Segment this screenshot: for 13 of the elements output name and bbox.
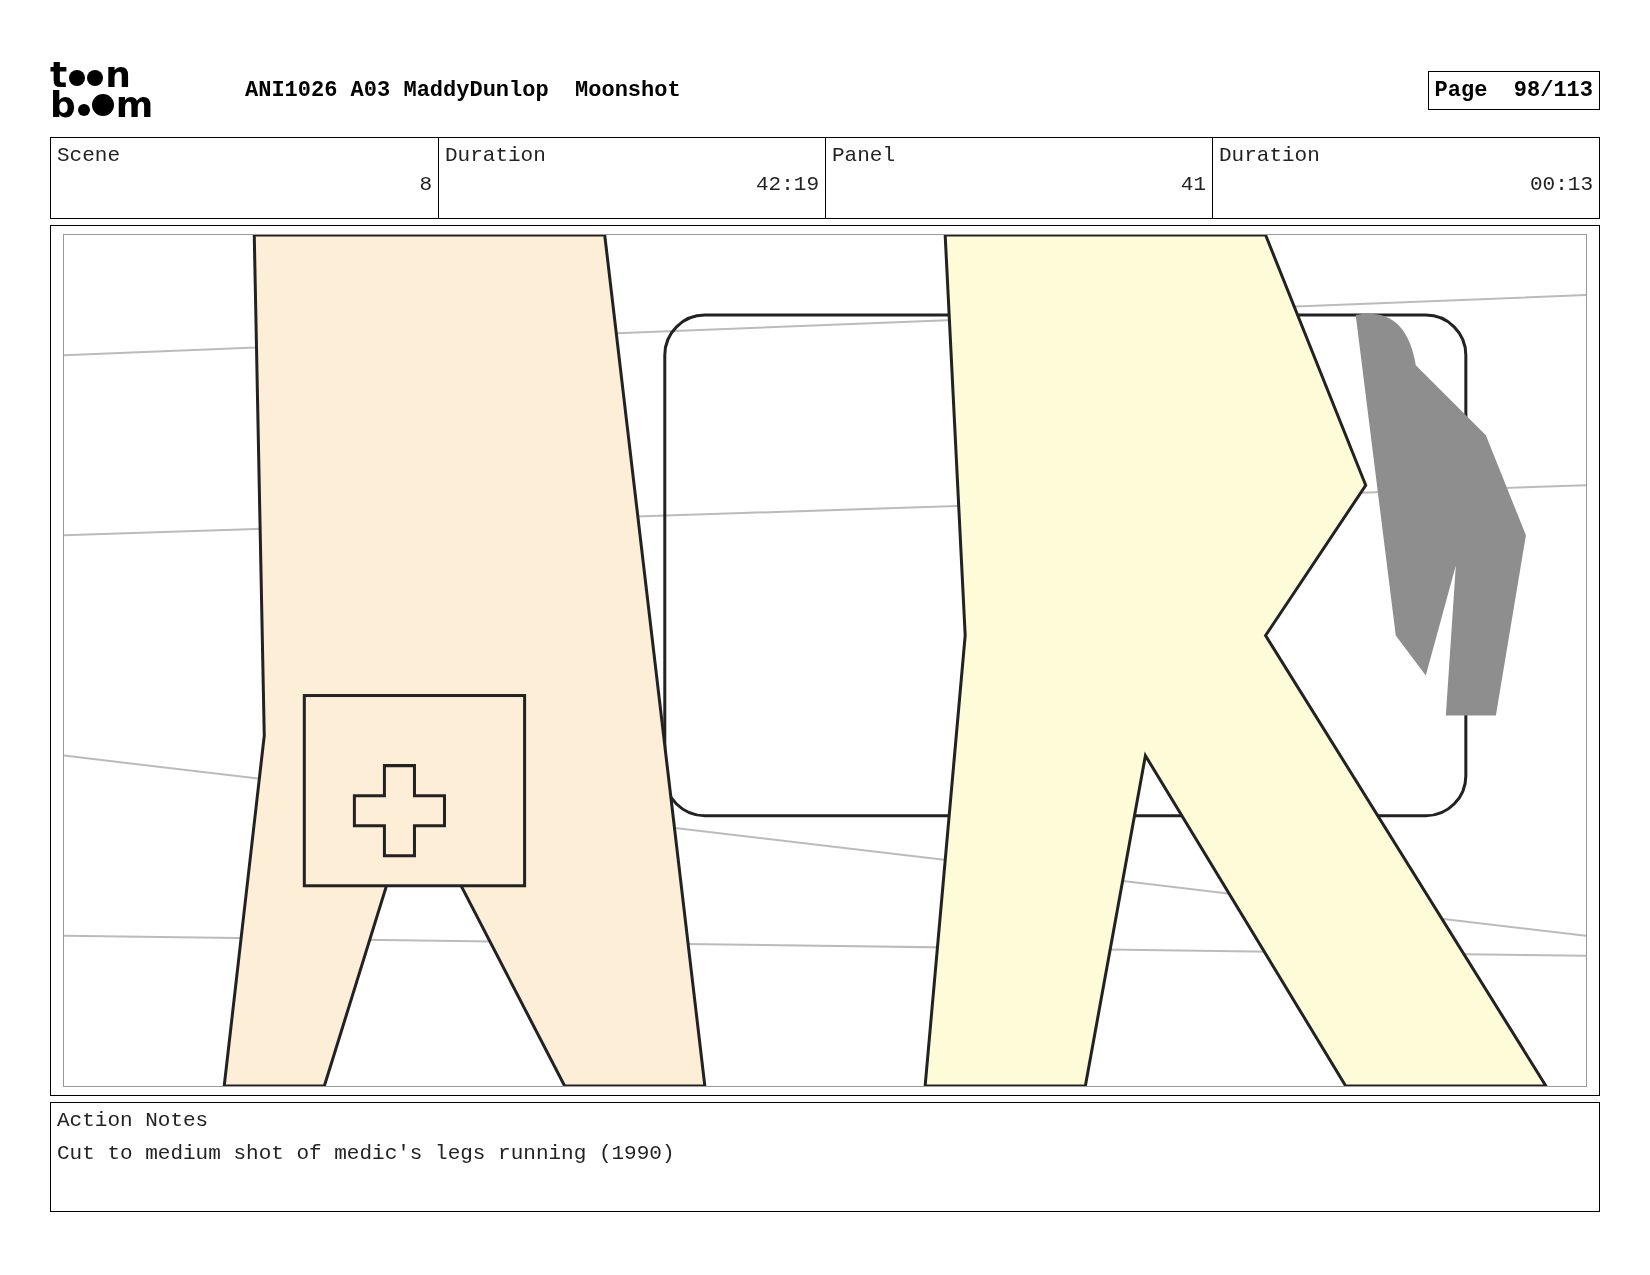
field-label: Scene: [57, 144, 121, 167]
document-title: ANI1026 A03 MaddyDunlop Moonshot: [245, 77, 682, 103]
field-value: 00:13: [1530, 173, 1593, 196]
field-label: Panel: [832, 144, 896, 167]
logo: t n b m: [50, 60, 155, 120]
notes-text: Cut to medium shot of medic's legs running (1990): [57, 1142, 676, 1165]
page-number: Page 98/113: [1427, 70, 1600, 110]
field-value: 41: [1180, 173, 1206, 196]
field-value: 42:19: [756, 173, 819, 196]
field-label: Duration: [445, 144, 547, 167]
notes-label: Action Notes: [57, 1109, 210, 1132]
field-label: Duration: [1219, 144, 1321, 167]
field-value: 8: [419, 173, 432, 196]
